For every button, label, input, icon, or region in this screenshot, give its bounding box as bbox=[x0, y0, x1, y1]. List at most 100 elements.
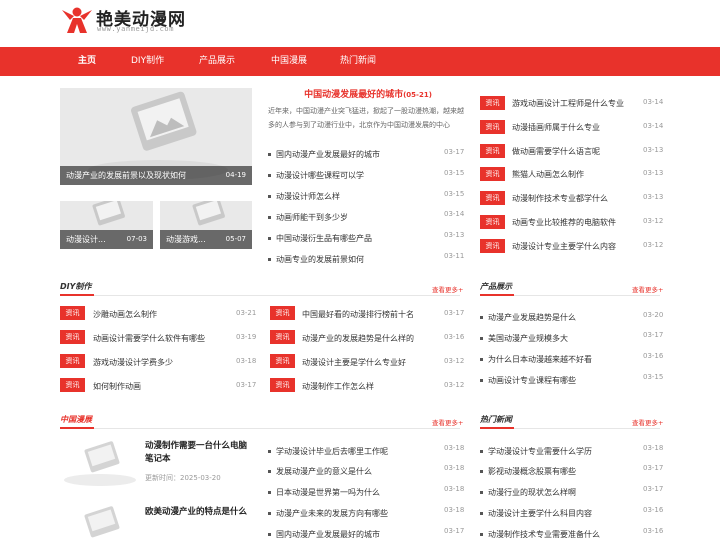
expo-article-thumb-2[interactable] bbox=[60, 505, 140, 540]
expo-list-item[interactable]: 发展动漫产业的意义是什么 bbox=[268, 466, 372, 477]
diy-item-date: 03-17 bbox=[236, 381, 257, 389]
news-tag[interactable]: 资讯 bbox=[480, 239, 505, 253]
news-tag[interactable]: 资讯 bbox=[270, 330, 295, 344]
products-more-link[interactable]: 查看更多+ bbox=[632, 284, 663, 294]
expo-article-title-1[interactable]: 动漫制作需要一台什么电脑笔记本 bbox=[145, 440, 255, 466]
nav-expo[interactable]: 中国漫展 bbox=[271, 47, 307, 76]
expo-list-item[interactable]: 动漫产业未来的发展方向有哪些 bbox=[268, 508, 388, 519]
news-tag[interactable]: 资讯 bbox=[480, 96, 505, 110]
right-news-item[interactable]: 熊猫人动画怎么制作 bbox=[512, 169, 584, 180]
time-label: 更新时间： bbox=[145, 474, 180, 482]
right-news-item[interactable]: 动画专业比较推荐的电脑软件 bbox=[512, 217, 616, 228]
featured-list-item[interactable]: 动画专业的发展前景如何 bbox=[268, 254, 364, 265]
nav-diy[interactable]: DIY制作 bbox=[131, 47, 164, 76]
featured-list-item[interactable]: 动漫设计哪些课程可以学 bbox=[268, 170, 364, 181]
hero-small-card-1[interactable]: 动漫设计... 07-03 bbox=[60, 201, 153, 249]
right-news-item[interactable]: 动漫设计专业主要学什么内容 bbox=[512, 241, 616, 252]
right-news-date: 03-12 bbox=[643, 241, 664, 249]
product-item-date: 03-15 bbox=[643, 373, 664, 381]
right-news-item[interactable]: 动漫制作技术专业都学什么 bbox=[512, 193, 608, 204]
news-tag[interactable]: 资讯 bbox=[60, 306, 85, 320]
right-news-item[interactable]: 游戏动画设计工程师是什么专业 bbox=[512, 98, 624, 109]
expo-article-time-1: 更新时间：2025-03-20 bbox=[145, 473, 221, 483]
hero-main-title[interactable]: 动漫产业的发展前景以及现状如何 bbox=[66, 171, 186, 180]
featured-date: (05-21) bbox=[403, 91, 432, 99]
right-news-item[interactable]: 动漫插画师属于什么专业 bbox=[512, 122, 600, 133]
nav-products[interactable]: 产品展示 bbox=[199, 47, 235, 76]
hero-small-title-2[interactable]: 动漫游戏... bbox=[166, 235, 206, 244]
featured-list-item[interactable]: 动画师能干到多少岁 bbox=[268, 212, 348, 223]
diy-item[interactable]: 动漫产业的发展趋势是什么样的 bbox=[302, 333, 414, 344]
hot-news-item[interactable]: 影视动漫概念股票有哪些 bbox=[480, 466, 576, 477]
news-tag[interactable]: 资讯 bbox=[480, 144, 505, 158]
featured-list-item[interactable]: 中国动漫衍生品有哪些产品 bbox=[268, 233, 372, 244]
featured-title-text[interactable]: 中国动漫发展最好的城市 bbox=[304, 90, 403, 100]
products-section-title[interactable]: 产品展示 bbox=[480, 281, 512, 292]
diy-item[interactable]: 动漫设计主要是学什么专业好 bbox=[302, 357, 406, 368]
featured-list-date: 03-17 bbox=[444, 148, 465, 156]
diy-item-date: 03-12 bbox=[444, 381, 465, 389]
expo-list-date: 03-18 bbox=[444, 506, 465, 514]
hero-main-card[interactable]: 动漫产业的发展前景以及现状如何 04-19 bbox=[60, 88, 252, 185]
featured-list-date: 03-15 bbox=[444, 190, 465, 198]
hero-main-date: 04-19 bbox=[225, 171, 246, 179]
news-tag[interactable]: 资讯 bbox=[480, 120, 505, 134]
product-item-date: 03-16 bbox=[643, 352, 664, 360]
news-tag[interactable]: 资讯 bbox=[270, 306, 295, 320]
diy-item[interactable]: 游戏动漫设计学费多少 bbox=[93, 357, 173, 368]
hero-main-caption[interactable]: 动漫产业的发展前景以及现状如何 04-19 bbox=[60, 166, 252, 185]
site-subtitle: www.yanmeijd.com bbox=[97, 25, 175, 33]
hero-small-date-1: 07-03 bbox=[126, 235, 147, 243]
hero-small-caption-1[interactable]: 动漫设计... 07-03 bbox=[60, 230, 153, 249]
diy-more-link[interactable]: 查看更多+ bbox=[432, 284, 463, 294]
news-tag[interactable]: 资讯 bbox=[480, 191, 505, 205]
news-tag[interactable]: 资讯 bbox=[270, 354, 295, 368]
news-tag[interactable]: 资讯 bbox=[60, 330, 85, 344]
product-item[interactable]: 美国动漫产业规模多大 bbox=[480, 333, 568, 344]
expo-article-thumb-1[interactable] bbox=[60, 440, 140, 490]
hot-news-item[interactable]: 动漫设计主要学什么科目内容 bbox=[480, 508, 592, 519]
news-tag[interactable]: 资讯 bbox=[480, 215, 505, 229]
news-tag[interactable]: 资讯 bbox=[270, 378, 295, 392]
expo-more-link[interactable]: 查看更多+ bbox=[432, 417, 463, 427]
hero-small-title-1[interactable]: 动漫设计... bbox=[66, 235, 106, 244]
product-item-date: 03-17 bbox=[643, 331, 664, 339]
product-item[interactable]: 动画设计专业课程有哪些 bbox=[480, 375, 576, 386]
news-tag[interactable]: 资讯 bbox=[60, 354, 85, 368]
product-item[interactable]: 为什么日本动漫越来越不好看 bbox=[480, 354, 592, 365]
logo-icon bbox=[62, 7, 92, 33]
hero-small-card-2[interactable]: 动漫游戏... 05-07 bbox=[160, 201, 252, 249]
hot-section-title[interactable]: 热门新闻 bbox=[480, 414, 512, 425]
featured-list-item[interactable]: 动漫设计师怎么样 bbox=[268, 191, 340, 202]
right-news-date: 03-13 bbox=[643, 193, 664, 201]
expo-list-item[interactable]: 学动漫设计毕业后去哪里工作呢 bbox=[268, 446, 388, 457]
hot-news-item[interactable]: 动漫行业的现状怎么样啊 bbox=[480, 487, 576, 498]
hot-news-item[interactable]: 学动漫设计专业需要什么学历 bbox=[480, 446, 592, 457]
featured-list-item[interactable]: 国内动漫产业发展最好的城市 bbox=[268, 149, 380, 160]
news-tag[interactable]: 资讯 bbox=[60, 378, 85, 392]
news-tag[interactable]: 资讯 bbox=[480, 167, 505, 181]
product-item[interactable]: 动漫产业发展趋势是什么 bbox=[480, 312, 576, 323]
diy-item[interactable]: 动漫制作工作怎么样 bbox=[302, 381, 374, 392]
expo-article-title-2[interactable]: 欧美动漫产业的特点是什么 bbox=[145, 506, 260, 519]
nav-home[interactable]: 主页 bbox=[78, 47, 96, 76]
right-news-item[interactable]: 做动画需要学什么语言呢 bbox=[512, 146, 600, 157]
diy-item-date: 03-17 bbox=[444, 309, 465, 317]
diy-item[interactable]: 沙雕动画怎么制作 bbox=[93, 309, 157, 320]
hot-news-item[interactable]: 动漫制作技术专业需要准备什么 bbox=[480, 529, 600, 540]
image-placeholder-icon bbox=[64, 441, 136, 486]
diy-section-title[interactable]: DIY制作 bbox=[60, 281, 91, 292]
right-news-date: 03-13 bbox=[643, 146, 664, 154]
expo-list-item[interactable]: 国内动漫产业发展最好的城市 bbox=[268, 529, 380, 540]
hot-news-date: 03-16 bbox=[643, 527, 664, 535]
expo-section-title[interactable]: 中国漫展 bbox=[60, 414, 92, 425]
diy-item[interactable]: 动画设计需要学什么软件有哪些 bbox=[93, 333, 205, 344]
diy-item[interactable]: 如何制作动画 bbox=[93, 381, 141, 392]
hero-small-caption-2[interactable]: 动漫游戏... 05-07 bbox=[160, 230, 252, 249]
featured-title[interactable]: 中国动漫发展最好的城市(05-21) bbox=[268, 87, 468, 100]
hot-more-link[interactable]: 查看更多+ bbox=[632, 417, 663, 427]
expo-list-item[interactable]: 日本动漫是世界第一吗为什么 bbox=[268, 487, 380, 498]
right-news-date: 03-14 bbox=[643, 122, 664, 130]
nav-hot-news[interactable]: 热门新闻 bbox=[340, 47, 376, 76]
diy-item[interactable]: 中国最好看的动漫排行榜前十名 bbox=[302, 309, 414, 320]
